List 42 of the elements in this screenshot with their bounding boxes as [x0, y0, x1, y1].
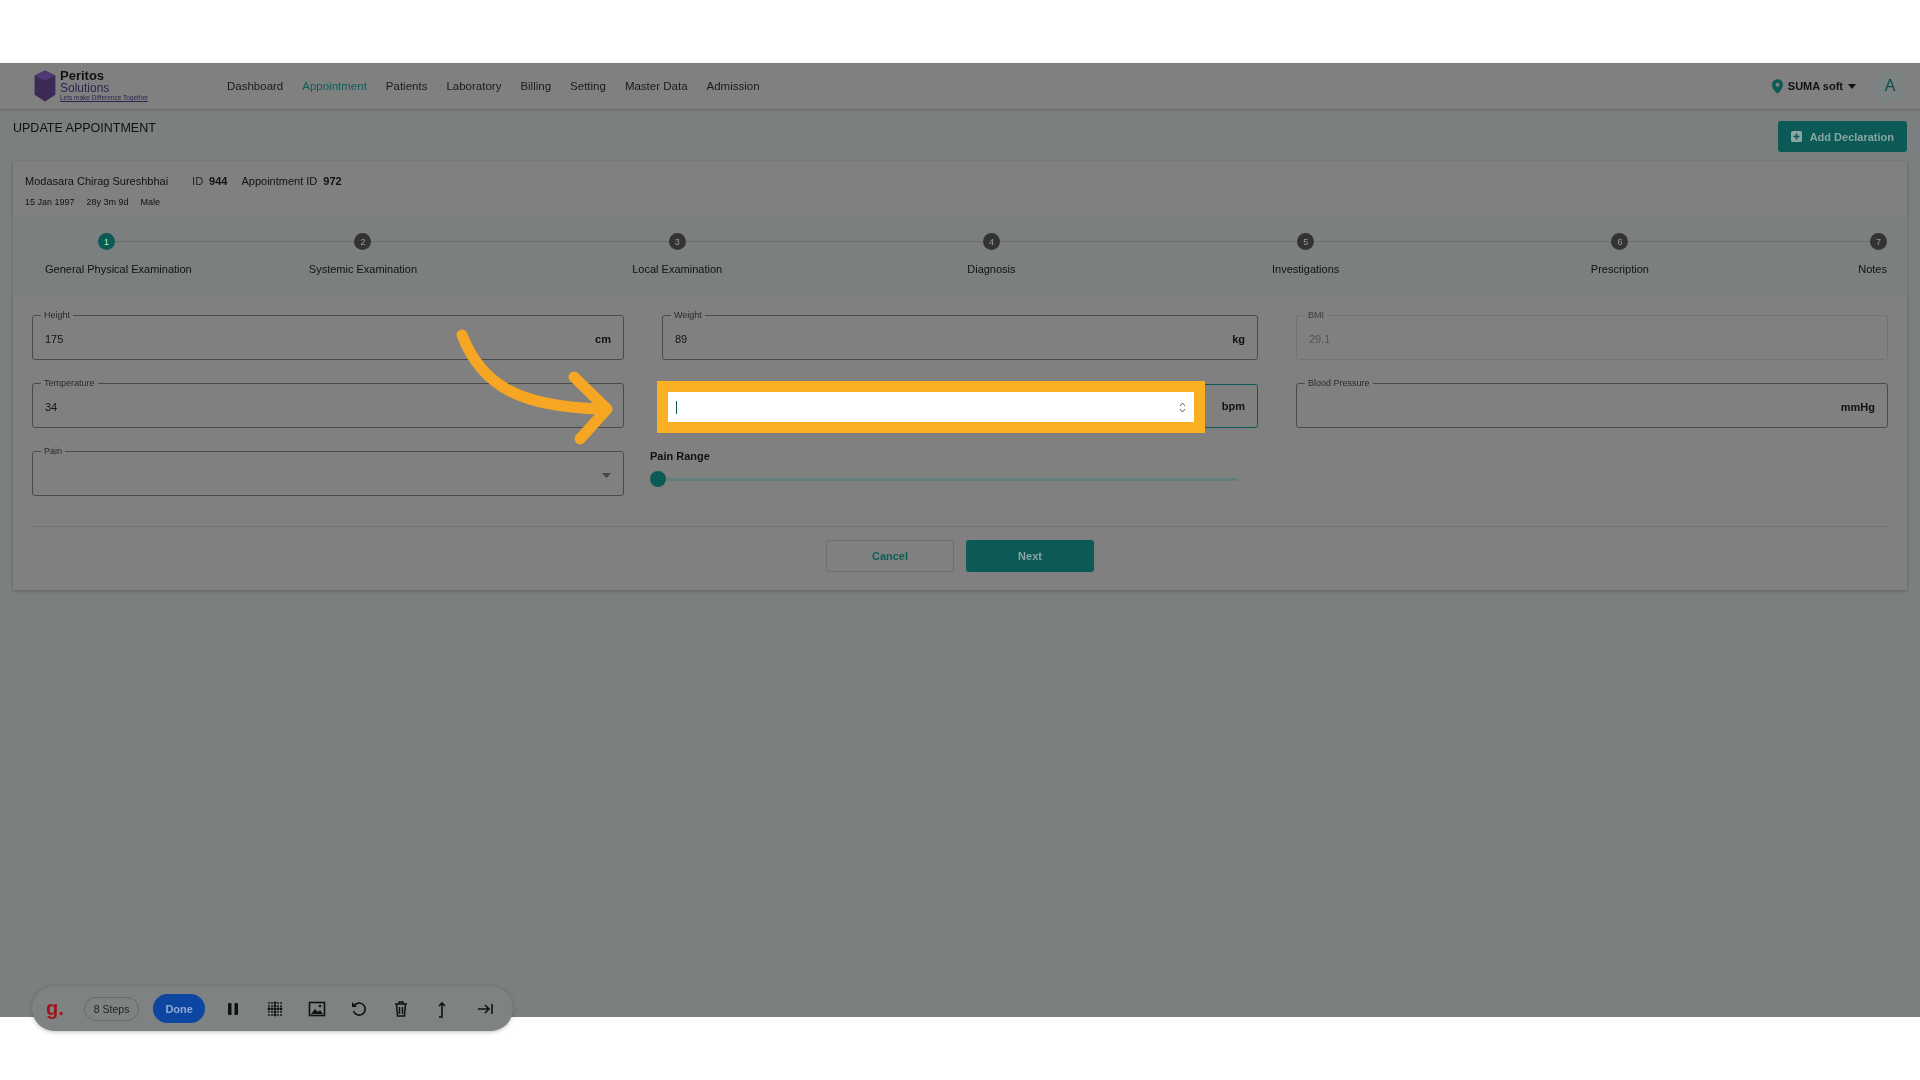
unit-label: bpm	[1221, 400, 1245, 412]
patient-gender: Male	[140, 197, 161, 207]
step-label[interactable]: Systemic Examination	[308, 263, 418, 275]
nav-link[interactable]: Dashboard	[227, 80, 284, 92]
nav-link[interactable]: Master Data	[624, 80, 688, 92]
pain-dropdown[interactable]: Pain	[32, 446, 624, 496]
nav-link[interactable]: Laboratory	[446, 80, 502, 92]
step-number[interactable]: 7	[1870, 233, 1887, 250]
done-button[interactable]: Done	[153, 994, 205, 1023]
id-label: ID	[192, 175, 204, 187]
input-field[interactable]: Temperature 34	[32, 378, 624, 428]
step-number[interactable]: 3	[668, 233, 686, 250]
appointment-id-label: Appointment ID	[241, 175, 318, 187]
appointment-id: 972	[323, 175, 342, 187]
nav-link[interactable]: Admission	[706, 80, 760, 92]
add-declaration-button[interactable]: Add Declaration	[1777, 121, 1907, 152]
step-label[interactable]: Investigations	[1272, 263, 1340, 275]
nav-link[interactable]: Patients	[385, 80, 428, 92]
step-number[interactable]: 4	[982, 233, 1000, 250]
user-avatar[interactable]: A	[1874, 70, 1906, 102]
nav-link[interactable]: Setting	[570, 80, 606, 92]
input-field[interactable]: Weight 89 kg	[662, 310, 1258, 360]
page-title: UPDATE APPOINTMENT	[13, 121, 156, 135]
slider-label: Pain Range	[650, 450, 711, 462]
step-label[interactable]: Notes	[1858, 263, 1887, 275]
nav-link[interactable]: Billing	[520, 80, 552, 92]
step-number[interactable]: 2	[354, 233, 372, 250]
input-field[interactable]: Height 175 cm	[32, 310, 624, 360]
birth-date: 15 Jan 1997	[25, 197, 75, 207]
step-label[interactable]: Diagnosis	[967, 263, 1016, 275]
step-label[interactable]: Prescription	[1590, 263, 1649, 275]
patient-id: 944	[209, 175, 228, 187]
step-number[interactable]: 6	[1611, 233, 1629, 250]
step-label[interactable]: Local Examination	[632, 263, 723, 275]
step-label[interactable]: General Physical Examination	[45, 263, 192, 275]
patient-age: 28y 3m 9d	[86, 197, 129, 207]
next-button[interactable]: Next	[966, 540, 1094, 572]
input-field[interactable]: Blood Pressure mmHg	[1296, 378, 1888, 428]
step-number[interactable]: 1	[98, 233, 115, 250]
step-number[interactable]: 5	[1297, 233, 1315, 250]
location-selector[interactable]: SUMA soft	[1771, 78, 1856, 94]
patient-name: Modasara Chirag Sureshbhai	[25, 175, 169, 187]
